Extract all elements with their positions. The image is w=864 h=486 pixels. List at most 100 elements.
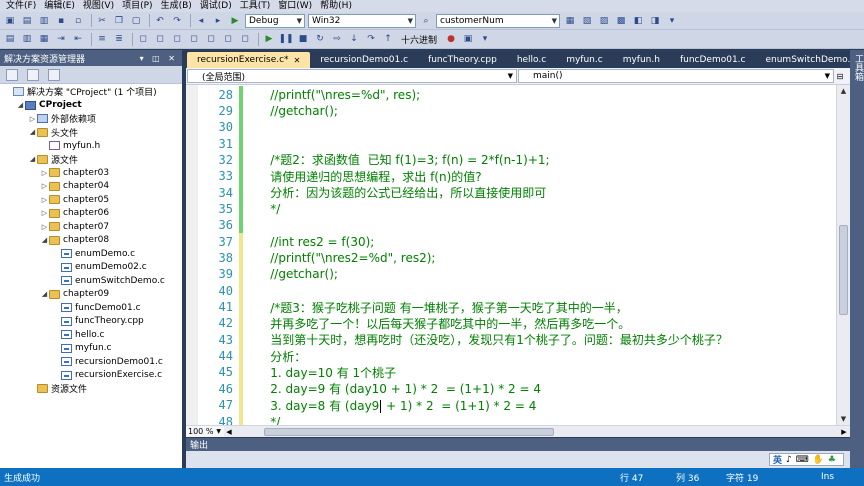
undo-icon[interactable]: ↶: [153, 14, 167, 27]
next-bookmark-icon[interactable]: ◻: [170, 33, 184, 46]
tree-item[interactable]: enumDemo.c: [0, 247, 182, 261]
zoom-dropdown[interactable]: 100 % ▼: [186, 426, 224, 437]
paste-icon[interactable]: ▢: [129, 14, 143, 27]
tree-expander-icon[interactable]: ◢: [28, 155, 37, 163]
restart-icon[interactable]: ↻: [313, 33, 327, 46]
nav-back-icon[interactable]: ◂: [194, 14, 208, 27]
tree-expander-icon[interactable]: ▷: [40, 223, 49, 231]
tree-expander-icon[interactable]: ◢: [40, 236, 49, 244]
split-window-icon[interactable]: ⊟: [834, 72, 846, 81]
ime-icon[interactable]: ♪: [786, 455, 792, 465]
toolbar-options-icon[interactable]: ▾: [665, 14, 679, 27]
ime-icon[interactable]: ✋: [813, 455, 824, 465]
step-into-icon[interactable]: ↓: [347, 33, 361, 46]
show-next-statement-icon[interactable]: ⇨: [330, 33, 344, 46]
nav-forward-icon[interactable]: ▸: [211, 14, 225, 27]
tree-item[interactable]: ◢ chapter08: [0, 234, 182, 248]
tree-item[interactable]: myfun.h: [0, 139, 182, 153]
tree-item[interactable]: ▷ chapter05: [0, 193, 182, 207]
rebuild-icon[interactable]: ▥: [20, 33, 34, 46]
menu-item[interactable]: 文件(F): [2, 0, 40, 12]
toolbox-strip[interactable]: 工具箱: [850, 50, 864, 468]
tree-expander-icon[interactable]: ▷: [40, 169, 49, 177]
extension-icon[interactable]: ◨: [648, 14, 662, 27]
menu-item[interactable]: 视图(V): [79, 0, 118, 12]
tab-document[interactable]: myfun.c: [556, 52, 612, 68]
tree-expander-icon[interactable]: ◢: [16, 101, 25, 109]
step-over-icon[interactable]: ↷: [364, 33, 378, 46]
menu-item[interactable]: 帮助(H): [316, 0, 356, 12]
tree-item[interactable]: funcTheory.cpp: [0, 315, 182, 329]
tree-item[interactable]: myfun.c: [0, 342, 182, 356]
code-text-area[interactable]: 28 //printf("\nres=%d", res); 29 //getcha…: [186, 85, 850, 425]
ime-icon[interactable]: 英: [773, 453, 782, 466]
tree-item[interactable]: recursionExercise.c: [0, 369, 182, 383]
config-dropdown[interactable]: Debug ▼: [245, 13, 305, 28]
show-all-files-icon[interactable]: [27, 68, 39, 81]
tree-item[interactable]: ▷ chapter06: [0, 207, 182, 221]
tree-item[interactable]: ▷ 外部依赖项: [0, 112, 182, 126]
platform-dropdown[interactable]: Win32 ▼: [308, 13, 416, 28]
close-icon[interactable]: ✕: [294, 56, 301, 65]
debug-windows-icon[interactable]: ▣: [461, 33, 475, 46]
tree-expander-icon[interactable]: ▷: [40, 182, 49, 190]
panel-window-controls[interactable]: ▾ ◫ ✕: [140, 54, 178, 63]
tree-item[interactable]: funcDemo01.c: [0, 301, 182, 315]
toolbox-icon[interactable]: ▩: [614, 14, 628, 27]
indent-icon[interactable]: ⇥: [54, 33, 68, 46]
tree-item[interactable]: 资源文件: [0, 382, 182, 396]
tree-item[interactable]: ◢ 源文件: [0, 153, 182, 167]
find-in-files-icon[interactable]: ⌕: [419, 14, 433, 27]
scroll-down-icon[interactable]: ▼: [837, 413, 850, 425]
tab-document[interactable]: recursionDemo01.c: [310, 52, 418, 68]
comment-icon[interactable]: ≡: [95, 33, 109, 46]
new-project-icon[interactable]: ▣: [3, 14, 17, 27]
tree-item[interactable]: ◢ CProject: [0, 99, 182, 113]
tree-item[interactable]: ▷ chapter03: [0, 166, 182, 180]
tree-item[interactable]: enumDemo02.c: [0, 261, 182, 275]
tree-item[interactable]: ◢ 头文件: [0, 126, 182, 140]
menu-item[interactable]: 生成(B): [157, 0, 196, 12]
toolbox-tab[interactable]: 工具箱: [852, 54, 864, 81]
scroll-left-icon[interactable]: ◀: [224, 428, 234, 436]
build-icon[interactable]: ▤: [3, 33, 17, 46]
find-combo[interactable]: customerNum ▼: [436, 13, 560, 28]
start-debug-icon[interactable]: ▶: [228, 14, 242, 27]
prev-bookmark-icon[interactable]: ◻: [153, 33, 167, 46]
ime-toolbar[interactable]: 英 ♪ ⌨ ✋ ♣: [768, 453, 844, 466]
refresh-icon[interactable]: [48, 68, 60, 81]
step-out-icon[interactable]: ↑: [381, 33, 395, 46]
menu-item[interactable]: 窗口(W): [274, 0, 316, 12]
ime-icon[interactable]: ⌨: [796, 455, 809, 465]
tree-expander-icon[interactable]: ▷: [40, 196, 49, 204]
tree-expander-icon[interactable]: ◢: [40, 290, 49, 298]
menu-item[interactable]: 工具(T): [236, 0, 275, 12]
vertical-scrollbar[interactable]: ▲ ▼: [836, 85, 850, 425]
clear-bookmark-icon[interactable]: ◻: [187, 33, 201, 46]
tree-item[interactable]: ◢ chapter09: [0, 288, 182, 302]
tree-item[interactable]: 解决方案 "CProject" (1 个项目): [0, 85, 182, 99]
hex-display-button[interactable]: 十六进制: [398, 33, 440, 46]
solution-explorer-icon[interactable]: ▦: [563, 14, 577, 27]
pause-icon[interactable]: ❚❚: [278, 33, 293, 46]
object-browser-icon[interactable]: ▨: [597, 14, 611, 27]
save-icon[interactable]: ▪: [54, 14, 68, 27]
tree-item[interactable]: enumSwitchDemo.c: [0, 274, 182, 288]
horizontal-scroll-thumb[interactable]: [264, 427, 554, 436]
tree-item[interactable]: ▷ chapter07: [0, 220, 182, 234]
outdent-icon[interactable]: ⇤: [71, 33, 85, 46]
tab-document[interactable]: enumSwitchDemo.c: [755, 52, 864, 68]
scroll-up-icon[interactable]: ▲: [837, 85, 850, 97]
uncomment-icon[interactable]: ≣: [112, 33, 126, 46]
bookmark-icon[interactable]: ◻: [136, 33, 150, 46]
tab-document[interactable]: funcTheory.cpp: [418, 52, 507, 68]
scroll-right-icon[interactable]: ▶: [838, 428, 850, 436]
breakpoints-icon[interactable]: ●: [444, 33, 458, 46]
tree-expander-icon[interactable]: ▷: [40, 209, 49, 217]
tree-expander-icon[interactable]: ▷: [28, 115, 37, 123]
cut-icon[interactable]: ✂: [95, 14, 109, 27]
vertical-scroll-thumb[interactable]: [839, 225, 848, 315]
start-page-icon[interactable]: ◧: [631, 14, 645, 27]
menu-item[interactable]: 调试(D): [196, 0, 236, 12]
tab-document[interactable]: myfun.h: [613, 52, 670, 68]
